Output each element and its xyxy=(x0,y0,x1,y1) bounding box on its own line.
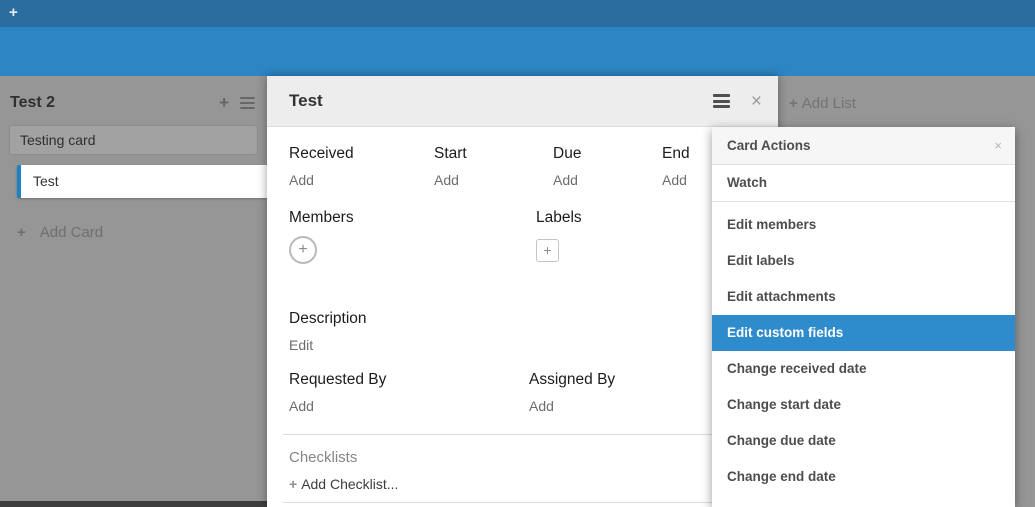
section-divider xyxy=(283,502,762,503)
add-label-button[interactable]: + xyxy=(536,239,559,262)
close-card-icon[interactable]: × xyxy=(751,92,762,111)
members-labels-row: Members + Labels + xyxy=(267,209,778,264)
menu-item-change-received-date[interactable]: Change received date xyxy=(712,351,1015,387)
due-label: Due xyxy=(531,145,640,163)
card-testing-card[interactable]: Testing card xyxy=(9,125,258,155)
add-card-button[interactable]: + Add Card xyxy=(17,224,267,241)
board-list: Test 2 + Testing card Test +Add Card xyxy=(0,76,267,502)
menu-main-group: Edit members Edit labels Edit attachment… xyxy=(712,202,1015,500)
received-add-link[interactable]: Add xyxy=(267,172,412,188)
description-section: Description Edit xyxy=(267,310,778,353)
card-detail-panel: Test × Received Add Start Add Due Add En… xyxy=(267,76,778,507)
card-detail-body: Received Add Start Add Due Add End Add M… xyxy=(267,127,778,503)
list-title: Test 2 xyxy=(10,94,208,112)
requested-by-label: Requested By xyxy=(267,371,507,389)
card-actions-menu: Card Actions × Watch Edit members Edit l… xyxy=(712,127,1015,507)
members-label: Members xyxy=(267,209,514,227)
top-nav-bar: + xyxy=(0,0,1035,27)
menu-item-edit-attachments[interactable]: Edit attachments xyxy=(712,279,1015,315)
card-actions-menu-icon[interactable] xyxy=(713,91,730,110)
add-checklist-label: Add Checklist... xyxy=(301,476,398,492)
plus-icon: + xyxy=(17,224,26,241)
menu-item-edit-custom-fields[interactable]: Edit custom fields xyxy=(712,315,1015,351)
add-checklist-link[interactable]: +Add Checklist... xyxy=(267,476,778,492)
start-label: Start xyxy=(412,145,531,163)
board-header-bar xyxy=(0,27,1035,76)
description-edit-link[interactable]: Edit xyxy=(267,337,778,353)
add-list-label: Add List xyxy=(802,95,856,112)
menu-item-change-start-date[interactable]: Change start date xyxy=(712,387,1015,423)
card-actions-header: Card Actions × xyxy=(712,127,1015,165)
menu-item-watch[interactable]: Watch xyxy=(712,165,1015,201)
card-detail-title: Test xyxy=(289,91,713,111)
add-board-icon[interactable]: + xyxy=(9,4,18,22)
description-label: Description xyxy=(267,310,778,328)
section-divider xyxy=(283,434,762,435)
plus-icon: + xyxy=(289,476,297,492)
list-add-icon[interactable]: + xyxy=(219,93,229,113)
requested-by-add-link[interactable]: Add xyxy=(267,398,507,414)
add-member-button[interactable]: + xyxy=(289,236,317,264)
card-detail-header: Test × xyxy=(267,76,778,127)
menu-top-group: Watch xyxy=(712,165,1015,202)
received-label: Received xyxy=(267,145,412,163)
close-menu-icon[interactable]: × xyxy=(994,138,1002,153)
menu-item-change-due-date[interactable]: Change due date xyxy=(712,423,1015,459)
list-header: Test 2 + xyxy=(0,76,267,125)
menu-item-edit-labels[interactable]: Edit labels xyxy=(712,243,1015,279)
list-menu-icon[interactable] xyxy=(240,94,255,112)
card-test[interactable]: Test xyxy=(17,165,271,198)
checklists-label: Checklists xyxy=(267,449,778,466)
card-actions-title: Card Actions xyxy=(727,138,994,153)
requested-assigned-row: Requested By Add Assigned By Add xyxy=(267,371,778,414)
add-card-label: Add Card xyxy=(40,224,103,241)
menu-item-change-end-date[interactable]: Change end date xyxy=(712,459,1015,495)
menu-item-edit-members[interactable]: Edit members xyxy=(712,207,1015,243)
plus-icon: + xyxy=(789,95,798,112)
add-list-button[interactable]: +Add List xyxy=(789,95,856,112)
due-add-link[interactable]: Add xyxy=(531,172,640,188)
date-fields-row: Received Add Start Add Due Add End Add xyxy=(267,145,778,188)
start-add-link[interactable]: Add xyxy=(412,172,531,188)
